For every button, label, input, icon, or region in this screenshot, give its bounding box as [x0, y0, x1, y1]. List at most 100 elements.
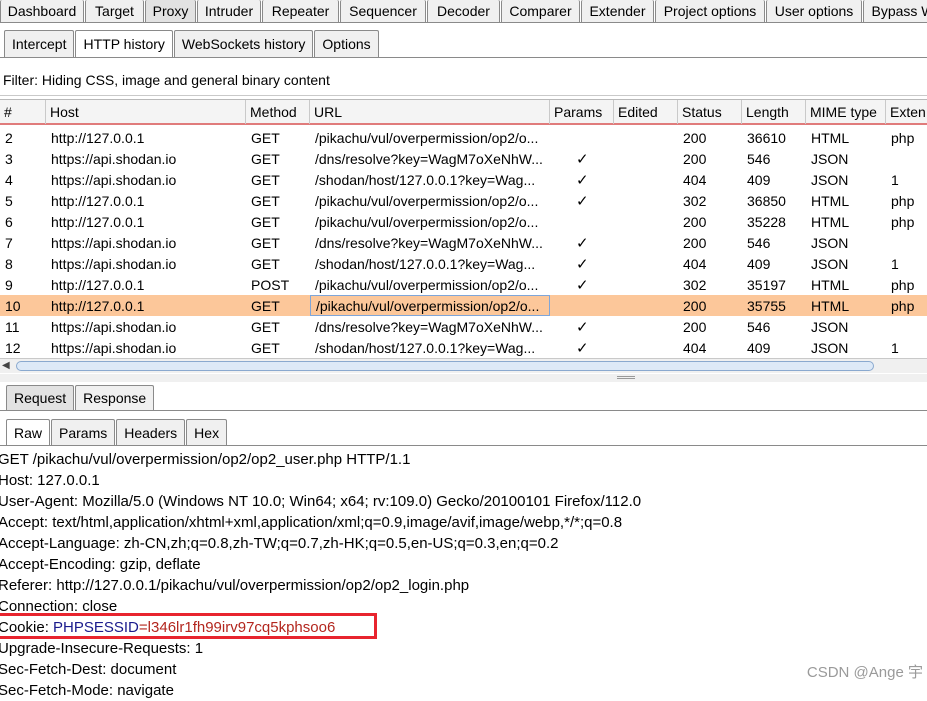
tab-params[interactable]: Params: [51, 419, 116, 445]
request-line: Accept-Encoding: gzip, deflate: [0, 556, 201, 573]
table-row[interactable]: 5 http://127.0.0.1 GET/pikachu/vul/overper…: [0, 190, 927, 211]
tab-repeater[interactable]: Repeater: [262, 0, 339, 22]
cell-method: GET: [251, 192, 280, 209]
tab-response[interactable]: Response: [75, 385, 155, 410]
raw-request-editor[interactable]: GET /pikachu/vul/overpermission/op2/op2_…: [0, 449, 927, 701]
column-header-status[interactable]: Status: [678, 100, 742, 124]
tab-intruder[interactable]: Intruder: [197, 0, 261, 22]
cell-method: GET: [251, 255, 280, 272]
table-row[interactable]: 4 https://api.shodan.io GET/shodan/host/12…: [0, 169, 927, 190]
cell-url: /pikachu/vul/overpermission/op2/o...: [315, 129, 539, 146]
view-tab-divider: [0, 445, 927, 446]
column-header-url[interactable]: URL: [310, 100, 550, 124]
cell-mime: HTML: [811, 192, 850, 209]
cell-num: 11: [5, 318, 20, 335]
cell-host: https://api.shodan.io: [51, 171, 177, 188]
cell-url: /shodan/host/127.0.0.1?key=Wag...: [315, 339, 536, 356]
column-header-number[interactable]: #: [0, 100, 46, 124]
table-row[interactable]: 3 https://api.shodan.io GET/dns/resolve?ke…: [0, 148, 927, 169]
tab-target[interactable]: Target: [85, 0, 144, 22]
cell-params: ✓: [576, 339, 589, 357]
table-row[interactable]: 12 https://api.shodan.io GET/shodan/host/1…: [0, 337, 927, 358]
cell-url: /shodan/host/127.0.0.1?key=Wag...: [315, 171, 536, 188]
column-header-edited[interactable]: Edited: [614, 100, 678, 124]
subtab-options[interactable]: Options: [314, 30, 379, 57]
cell-host: http://127.0.0.1: [51, 276, 145, 293]
table-row[interactable]: 11 https://api.shodan.io GET/dns/resolve?k…: [0, 316, 927, 337]
cell-length: 546: [747, 150, 771, 167]
main-tab-divider: [0, 22, 927, 23]
splitter-grip-icon[interactable]: [617, 376, 635, 379]
tab-request[interactable]: Request: [6, 385, 75, 410]
cell-params: ✓: [576, 234, 589, 252]
filter-bar[interactable]: Filter: Hiding CSS, image and general bi…: [0, 66, 927, 94]
table-row[interactable]: 10 http://127.0.0.1 GET/pikachu/vul/overpe…: [0, 295, 927, 316]
cell-mime: HTML: [811, 276, 850, 293]
column-header-host[interactable]: Host: [46, 100, 246, 124]
request-line: Sec-Fetch-Dest: document: [0, 661, 177, 678]
cell-ext: [886, 148, 927, 169]
cell-mime: HTML: [811, 129, 850, 146]
tab-headers[interactable]: Headers: [116, 419, 186, 445]
tab-comparer[interactable]: Comparer: [501, 0, 580, 22]
table-row[interactable]: 7 https://api.shodan.io GET/dns/resolve?ke…: [0, 232, 927, 253]
tab-raw[interactable]: Raw: [6, 419, 51, 445]
cell-num: 2: [5, 129, 13, 146]
column-header-method[interactable]: Method: [246, 100, 310, 124]
cell-host: https://api.shodan.io: [51, 234, 177, 251]
cell-ext: 1: [891, 171, 899, 188]
subtab-divider: [0, 57, 927, 58]
cell-num: 4: [5, 171, 13, 188]
table-row[interactable]: 9 http://127.0.0.1 POST/pikachu/vul/overpe…: [0, 274, 927, 295]
cell-length: 35197: [747, 276, 786, 293]
table-row[interactable]: 8 https://api.shodan.io GET/shodan/host/12…: [0, 253, 927, 274]
cell-params: ✓: [576, 255, 589, 273]
tab-proxy[interactable]: Proxy: [145, 0, 196, 22]
watermark: CSDN @Ange 宇: [806, 664, 923, 681]
cell-method: GET: [251, 297, 280, 314]
request-line: Accept-Language: zh-CN,zh;q=0.8,zh-TW;q=…: [0, 535, 559, 552]
scroll-left-icon[interactable]: ◀: [2, 360, 10, 371]
cell-length: 409: [747, 255, 771, 272]
column-header-exten[interactable]: Exten: [886, 100, 927, 124]
subtab-websockets-history[interactable]: WebSockets history: [173, 30, 314, 57]
request-line: Referer: http://127.0.0.1/pikachu/vul/ov…: [0, 577, 470, 594]
tab-dashboard[interactable]: Dashboard: [0, 0, 84, 22]
table-row[interactable]: 6 http://127.0.0.1 GET/pikachu/vul/overper…: [0, 211, 927, 232]
tab-project-options[interactable]: Project options: [655, 0, 765, 22]
proxy-subtab-bar: Intercept HTTP history WebSockets history O…: [4, 30, 380, 57]
cell-params: ✓: [576, 276, 589, 294]
subtab-http-history[interactable]: HTTP history: [75, 30, 173, 57]
filter-divider: [0, 95, 927, 96]
cell-url: /dns/resolve?key=WagM7oXeNhW...: [315, 234, 543, 251]
pane-splitter[interactable]: [0, 374, 927, 382]
cell-ext: 1: [891, 255, 899, 272]
request-line: Sec-Fetch-Mode: navigate: [0, 682, 174, 699]
cell-host: https://api.shodan.io: [51, 339, 177, 356]
tab-decoder[interactable]: Decoder: [427, 0, 500, 22]
column-header-mime-type[interactable]: MIME type: [806, 100, 886, 124]
request-line: Host: 127.0.0.1: [0, 472, 100, 489]
cell-mime: HTML: [811, 213, 850, 230]
subtab-intercept[interactable]: Intercept: [4, 30, 75, 57]
tab-hex[interactable]: Hex: [186, 419, 228, 445]
column-header-params[interactable]: Params: [550, 100, 614, 124]
column-header-length[interactable]: Length: [742, 100, 806, 124]
cell-method: POST: [251, 276, 290, 293]
cell-params: ✓: [576, 192, 589, 210]
tab-bypass-w[interactable]: Bypass W: [863, 0, 927, 22]
table-horizontal-scrollbar[interactable]: ◀: [0, 358, 927, 373]
table-header: # Host Method URL Params Edited Status Length MI…: [0, 99, 927, 125]
cell-host: http://127.0.0.1: [51, 129, 145, 146]
table-row[interactable]: 2 http://127.0.0.1 GET/pikachu/vul/overper…: [0, 127, 927, 148]
main-tab-bar: Dashboard Target Proxy Intruder Repeater Sequ…: [0, 0, 927, 22]
tab-sequencer[interactable]: Sequencer: [340, 0, 426, 22]
cell-status: 200: [683, 318, 707, 335]
scrollbar-thumb[interactable]: [16, 361, 874, 371]
cell-length: 36610: [747, 129, 786, 146]
cell-params: [550, 295, 614, 316]
tab-user-options[interactable]: User options: [766, 0, 862, 22]
cell-params: [550, 127, 614, 148]
http-history-table: # Host Method URL Params Edited Status Length MI…: [0, 99, 927, 359]
tab-extender[interactable]: Extender: [581, 0, 654, 22]
